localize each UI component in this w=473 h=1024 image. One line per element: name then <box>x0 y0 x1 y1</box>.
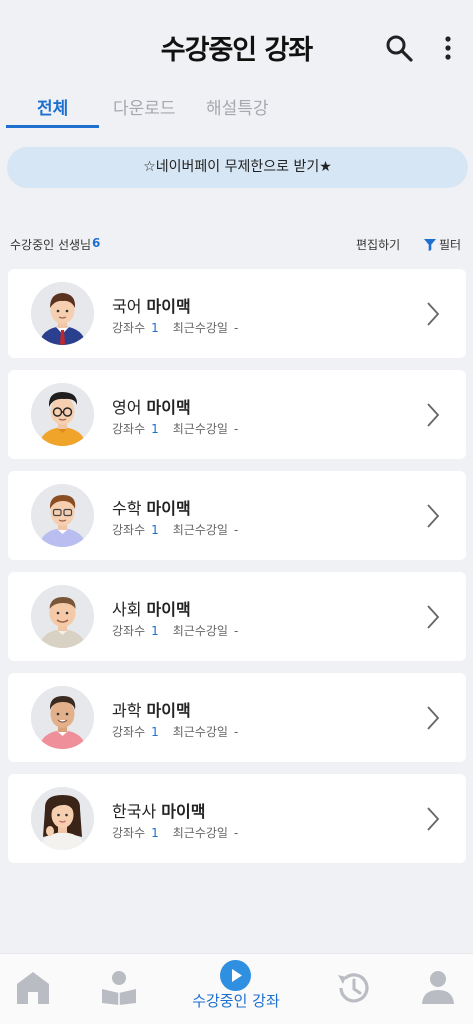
teacher-avatar <box>31 686 94 749</box>
chevron-right-icon[interactable] <box>426 806 440 832</box>
teacher-meta: 강좌수 1 최근수강일 - <box>112 824 238 841</box>
subject-label: 수학 <box>112 499 142 518</box>
more-vertical-icon[interactable] <box>440 35 456 63</box>
lecture-count: 1 <box>151 321 159 335</box>
lecture-count-label: 강좌수 <box>112 523 146 537</box>
lecture-count: 1 <box>151 523 159 537</box>
teacher-avatar <box>31 484 94 547</box>
recent-date: - <box>233 422 239 436</box>
teacher-card[interactable]: 사회 마이맥 강좌수 1 최근수강일 - <box>8 572 466 661</box>
recent-date-label: 최근수강일 <box>172 624 228 638</box>
home-icon[interactable] <box>14 970 52 1006</box>
teacher-name: 마이맥 <box>146 499 191 518</box>
subject-label: 사회 <box>112 600 142 619</box>
bottom-navigation: 수강중인 강좌 <box>0 953 473 1024</box>
promo-banner[interactable]: ☆네이버페이 무제한으로 받기★ <box>7 147 468 188</box>
play-icon[interactable] <box>219 959 252 992</box>
teacher-meta: 강좌수 1 최근수강일 - <box>112 521 238 538</box>
teacher-name: 마이맥 <box>146 297 191 316</box>
teacher-avatar <box>31 383 94 446</box>
lecture-count-label: 강좌수 <box>112 422 146 436</box>
active-tab-indicator <box>6 125 99 128</box>
subject-label: 영어 <box>112 398 142 417</box>
lecture-count: 1 <box>151 624 159 638</box>
chevron-right-icon[interactable] <box>426 301 440 327</box>
teacher-name: 마이맥 <box>146 398 191 417</box>
teacher-meta: 강좌수 1 최근수강일 - <box>112 622 238 639</box>
edit-button[interactable]: 편집하기 <box>356 236 400 253</box>
teacher-avatar <box>31 585 94 648</box>
filter-label: 필터 <box>439 238 462 252</box>
history-icon[interactable] <box>334 969 372 1007</box>
recent-date: - <box>233 321 239 335</box>
teacher-card[interactable]: 한국사 마이맥 강좌수 1 최근수강일 - <box>8 774 466 863</box>
recent-date: - <box>233 826 239 840</box>
teacher-name: 마이맥 <box>146 701 191 720</box>
recent-date-label: 최근수강일 <box>172 523 228 537</box>
lecture-count: 1 <box>151 826 159 840</box>
nav-active-label[interactable]: 수강중인 강좌 <box>186 990 286 1011</box>
teacher-title: 사회 마이맥 <box>112 596 191 620</box>
search-icon[interactable] <box>384 33 414 63</box>
teacher-title: 영어 마이맥 <box>112 394 191 418</box>
teacher-title: 한국사 마이맥 <box>112 798 205 822</box>
subject-label: 한국사 <box>112 802 157 821</box>
subject-label: 과학 <box>112 701 142 720</box>
tab-special-lecture[interactable]: 해설특강 <box>206 94 269 119</box>
recent-date-label: 최근수강일 <box>172 321 228 335</box>
teacher-title: 국어 마이맥 <box>112 293 191 317</box>
lecture-count-label: 강좌수 <box>112 725 146 739</box>
reading-icon[interactable] <box>100 969 138 1005</box>
filter-icon <box>424 238 436 251</box>
tab-download[interactable]: 다운로드 <box>113 94 176 119</box>
teacher-card[interactable]: 영어 마이맥 강좌수 1 최근수강일 - <box>8 370 466 459</box>
recent-date-label: 최근수강일 <box>172 725 228 739</box>
lecture-count-label: 강좌수 <box>112 624 146 638</box>
teacher-list: 국어 마이맥 강좌수 1 최근수강일 - 영어 마이맥 강좌수 1 최근수강일 … <box>8 269 466 875</box>
teacher-count: 6 <box>92 236 101 250</box>
chevron-right-icon[interactable] <box>426 705 440 731</box>
chevron-right-icon[interactable] <box>426 604 440 630</box>
recent-date-label: 최근수강일 <box>172 422 228 436</box>
chevron-right-icon[interactable] <box>426 503 440 529</box>
lecture-count-label: 강좌수 <box>112 826 146 840</box>
teacher-meta: 강좌수 1 최근수강일 - <box>112 319 238 336</box>
teacher-avatar <box>31 787 94 850</box>
teacher-list-toolbar: 수강중인 선생님 6 편집하기 필터 <box>0 236 473 256</box>
teacher-title: 과학 마이맥 <box>112 697 191 721</box>
app-header: 수강중인 강좌 <box>0 0 473 95</box>
teacher-name: 마이맥 <box>146 600 191 619</box>
teacher-title: 수학 마이맥 <box>112 495 191 519</box>
chevron-right-icon[interactable] <box>426 402 440 428</box>
teacher-card[interactable]: 수학 마이맥 강좌수 1 최근수강일 - <box>8 471 466 560</box>
recent-date: - <box>233 624 239 638</box>
filter-button[interactable]: 필터 <box>424 236 461 253</box>
teacher-meta: 강좌수 1 최근수강일 - <box>112 420 238 437</box>
lecture-count: 1 <box>151 422 159 436</box>
recent-date: - <box>233 725 239 739</box>
subject-label: 국어 <box>112 297 142 316</box>
tab-bar: 전체 다운로드 해설특강 <box>0 92 473 132</box>
lecture-count-label: 강좌수 <box>112 321 146 335</box>
lecture-count: 1 <box>151 725 159 739</box>
profile-icon[interactable] <box>420 969 456 1005</box>
teacher-meta: 강좌수 1 최근수강일 - <box>112 723 238 740</box>
recent-date-label: 최근수강일 <box>172 826 228 840</box>
tab-all[interactable]: 전체 <box>37 94 68 119</box>
teacher-count-label: 수강중인 선생님 <box>10 238 92 252</box>
teacher-name: 마이맥 <box>161 802 206 821</box>
recent-date: - <box>233 523 239 537</box>
teacher-card[interactable]: 국어 마이맥 강좌수 1 최근수강일 - <box>8 269 466 358</box>
teacher-card[interactable]: 과학 마이맥 강좌수 1 최근수강일 - <box>8 673 466 762</box>
teacher-avatar <box>31 282 94 345</box>
